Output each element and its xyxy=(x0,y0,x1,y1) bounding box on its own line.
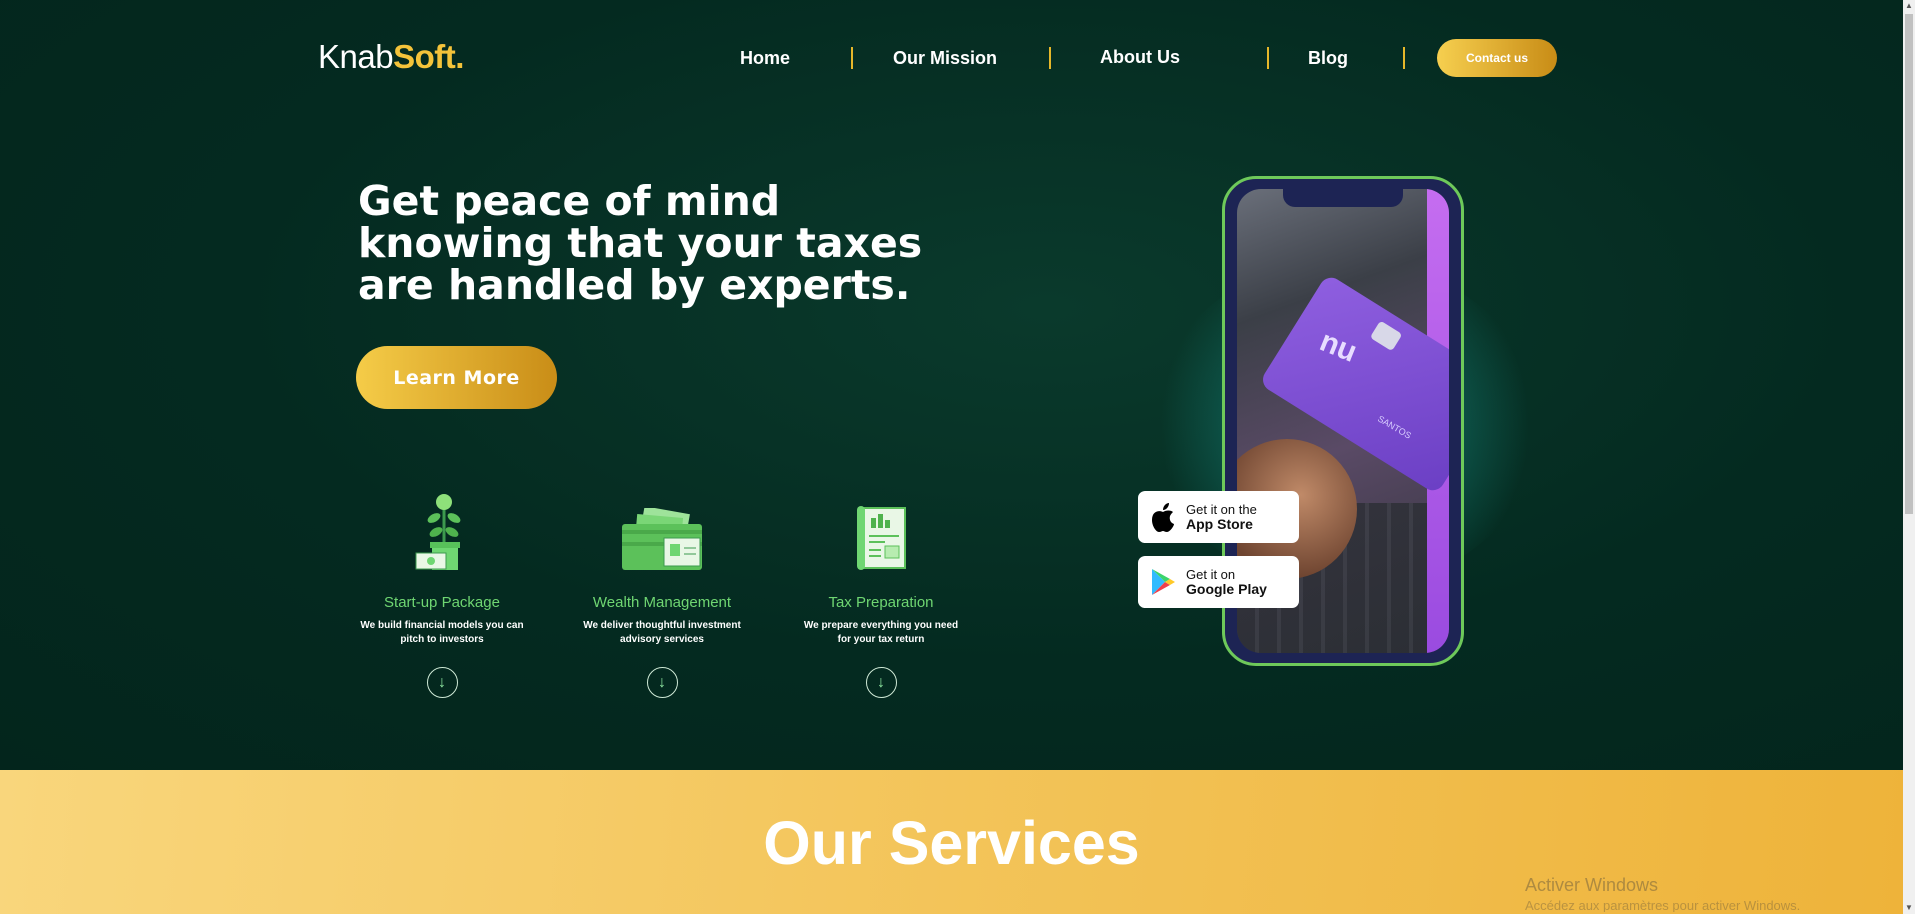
app-store-button[interactable]: Get it on the App Store xyxy=(1138,491,1299,543)
learn-more-button[interactable]: Learn More xyxy=(356,346,557,409)
phone-notch xyxy=(1283,189,1403,207)
scroll-down-icon[interactable]: ▼ xyxy=(1903,902,1915,914)
feature-title: Tax Preparation xyxy=(828,594,934,611)
google-play-small-text: Get it on xyxy=(1186,566,1236,582)
arrow-down-icon[interactable]: ↓ xyxy=(646,667,678,698)
scrollbar-thumb[interactable] xyxy=(1905,14,1913,514)
plant-money-icon xyxy=(357,486,527,572)
feature-description: We prepare everything you need for your … xyxy=(803,620,959,645)
feature-startup-package: Start-up Package We build financial mode… xyxy=(357,486,527,698)
apple-icon xyxy=(1148,502,1178,532)
feature-wealth-management: Wealth Management We deliver thoughtful … xyxy=(577,486,747,698)
google-play-button[interactable]: Get it on Google Play xyxy=(1138,556,1299,608)
nav-separator xyxy=(851,47,853,69)
hero-headline: Get peace of mind knowing that your taxe… xyxy=(358,177,923,309)
windows-activation-watermark: Activer Windows xyxy=(1525,875,1659,895)
arrow-down-icon[interactable]: ↓ xyxy=(426,667,458,698)
card-chip xyxy=(1369,320,1403,352)
scroll-up-icon[interactable]: ▲ xyxy=(1903,0,1915,12)
logo-soft: Soft. xyxy=(393,38,464,75)
services-title: Our Services xyxy=(763,809,1140,877)
arrow-down-icon[interactable]: ↓ xyxy=(865,667,897,698)
nav-link-about-us[interactable]: About Us xyxy=(1100,47,1180,68)
app-store-small-text: Get it on the xyxy=(1186,501,1257,517)
feature-title: Wealth Management xyxy=(592,594,732,611)
hero-section: KnabSoft. Home Our Mission About Us Blog… xyxy=(0,0,1903,770)
nav-link-blog[interactable]: Blog xyxy=(1308,48,1348,69)
nav-separator xyxy=(1049,47,1051,69)
nav-separator xyxy=(1267,47,1269,69)
logo-knab: Knab xyxy=(318,38,394,75)
nav-separator xyxy=(1403,47,1405,69)
windows-activation-subtitle: Accédez aux paramètres pour activer Wind… xyxy=(1525,898,1801,912)
contact-button[interactable]: Contact us xyxy=(1437,39,1557,77)
logo[interactable]: KnabSoft. xyxy=(318,38,464,76)
feature-tax-preparation: Tax Preparation We prepare everything yo… xyxy=(796,486,966,698)
google-play-icon xyxy=(1148,567,1178,597)
app-store-big-text: App Store xyxy=(1186,515,1253,532)
google-play-big-text: Google Play xyxy=(1186,580,1267,597)
card-holder-name: SANTOS xyxy=(1375,413,1413,441)
feature-title: Start-up Package xyxy=(384,594,500,611)
card-brand-logo: nu xyxy=(1315,324,1362,369)
feature-description: We deliver thoughtful investment advisor… xyxy=(583,620,741,645)
wallet-cash-icon xyxy=(577,486,747,572)
nav-link-home[interactable]: Home xyxy=(740,48,790,69)
nav-link-our-mission[interactable]: Our Mission xyxy=(893,48,997,69)
feature-description: We build financial models you can pitch … xyxy=(360,620,524,645)
vertical-scrollbar[interactable]: ▲ ▼ xyxy=(1903,0,1915,914)
tax-document-icon xyxy=(796,486,966,572)
